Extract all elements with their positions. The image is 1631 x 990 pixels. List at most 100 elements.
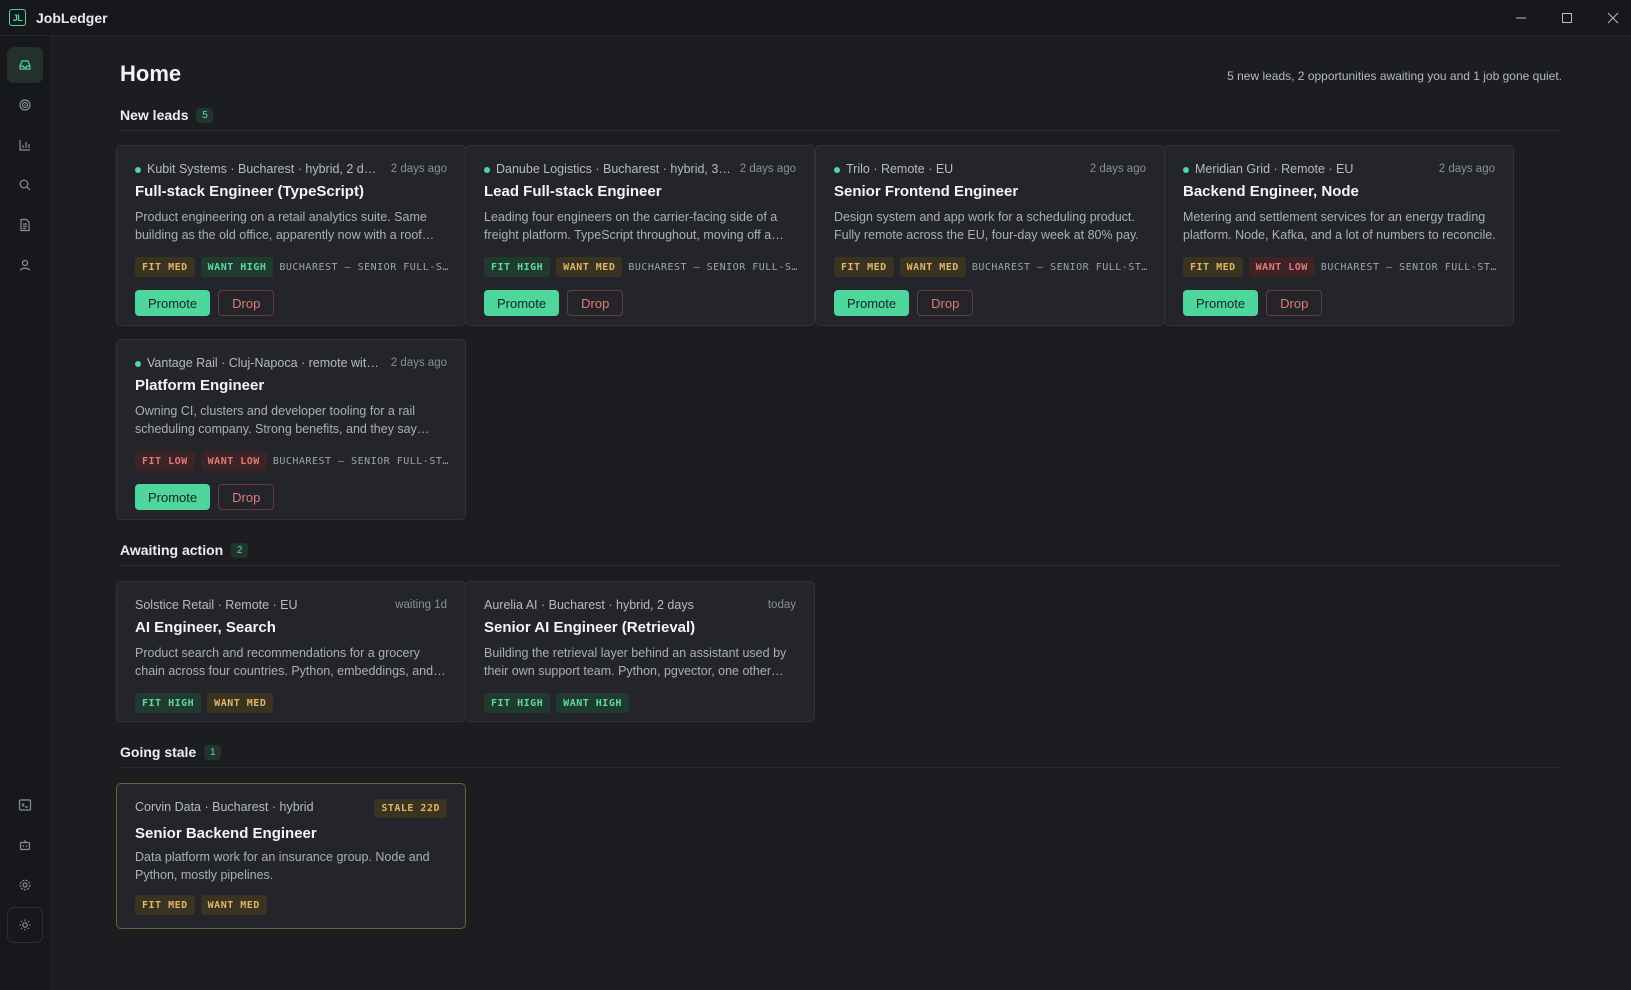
track-label: BUCHAREST — SENIOR FULL-STACK [628,261,798,273]
want-badge: WANT LOW [200,451,267,471]
want-badge: WANT HIGH [200,257,274,277]
card-title: AI Engineer, Search [135,619,276,636]
card-tags: FIT MED WANT LOW BUCHAREST — SENIOR FULL-S… [1183,257,1497,277]
card-title: Senior AI Engineer (Retrieval) [484,619,696,636]
drop-button[interactable]: Drop [1266,290,1323,316]
section-title: New leads [120,107,189,123]
settings-icon [19,879,31,891]
sidebar-item-search[interactable] [7,167,43,203]
card-meta: Kubit Systems · Bucharest · hybrid, 2 da… [135,162,383,176]
sidebar-item-home[interactable] [7,47,43,83]
drop-button[interactable]: Drop [218,290,275,316]
document-icon [20,218,30,232]
stale-card[interactable]: Corvin Data · Bucharest · hybrid STALE 22… [116,783,466,929]
drop-button[interactable]: Drop [218,484,275,510]
card-tags: FIT MED WANT MED BUCHAREST — SENIOR FULL-S… [834,257,1148,277]
divider [120,767,1561,768]
drop-button[interactable]: Drop [917,290,974,316]
sidebar-item-assistant[interactable] [7,827,43,863]
close-icon [1607,12,1619,24]
section-new-leads-header: New leads 5 [120,107,214,123]
card-tags: FIT MED WANT MED [135,895,449,915]
promote-button[interactable]: Promote [135,290,211,316]
sidebar-item-theme[interactable] [7,907,43,943]
card-description: Product engineering on a retail analytic… [135,210,427,242]
card-meta: Danube Logistics · Bucharest · hybrid, 3… [484,162,732,176]
want-badge: WANT LOW [1248,257,1315,277]
section-title: Going stale [120,744,197,760]
count-badge: 5 [196,107,214,123]
minimize-icon [1516,17,1526,19]
fit-badge: FIT MED [834,257,894,277]
lead-card[interactable]: Kubit Systems · Bucharest · hybrid, 2 da… [116,145,466,326]
maximize-icon [1562,13,1572,23]
fit-badge: FIT HIGH [135,693,202,713]
card-description: Data platform work for an insurance grou… [135,850,430,882]
want-badge: WANT MED [200,895,267,915]
lead-card[interactable]: Danube Logistics · Bucharest · hybrid, 3… [465,145,815,326]
sidebar-item-stats[interactable] [7,127,43,163]
card-timestamp: waiting 1d [395,599,447,611]
section-awaiting-header: Awaiting action 2 [120,542,249,558]
section-title: Awaiting action [120,542,224,558]
drop-button[interactable]: Drop [567,290,624,316]
card-title: Full-stack Engineer (TypeScript) [135,183,364,200]
divider [120,565,1561,566]
card-timestamp: 2 days ago [390,163,447,175]
lead-card[interactable]: Meridian Grid · Remote · EU 2 days ago Bac… [1164,145,1514,326]
card-description: Product search and recommendations for a… [135,646,444,678]
search-icon [19,179,31,191]
page-summary: 5 new leads, 2 opportunities awaiting yo… [1227,69,1562,83]
close-button[interactable] [1590,0,1631,36]
minimize-button[interactable] [1498,0,1544,36]
sidebar [0,36,52,990]
card-title: Backend Engineer, Node [1183,183,1359,200]
robot-icon [19,840,31,851]
page-title: Home [120,61,182,86]
sidebar-item-terminal[interactable] [7,787,43,823]
card-timestamp: 2 days ago [1438,163,1495,175]
divider [120,130,1561,131]
sidebar-item-documents[interactable] [7,207,43,243]
section-stale-header: Going stale 1 [120,744,222,760]
card-title: Senior Backend Engineer [135,825,317,842]
want-badge: WANT MED [899,257,966,277]
card-description: Building the retrieval layer behind an a… [484,646,787,678]
card-actions: Promote Drop [135,290,275,316]
promote-button[interactable]: Promote [834,290,910,316]
promote-button[interactable]: Promote [484,290,560,316]
card-description: Design system and app work for a schedul… [834,210,1139,242]
title-bar: JL JobLedger [0,0,1631,36]
card-tags: FIT MED WANT HIGH BUCHAREST — SENIOR FULL-… [135,257,449,277]
card-timestamp: 2 days ago [739,163,796,175]
promote-button[interactable]: Promote [1183,290,1259,316]
card-title: Lead Full-stack Engineer [484,183,662,200]
want-badge: WANT HIGH [556,693,629,713]
stale-badge: STALE 22D [374,799,447,818]
target-icon [19,99,31,111]
sidebar-item-settings[interactable] [7,867,43,903]
card-description: Owning CI, clusters and developer toolin… [135,404,417,436]
card-title: Platform Engineer [135,377,265,394]
card-actions: Promote Drop [834,290,974,316]
lead-card[interactable]: Trilo · Remote · EU 2 days ago Senior Fron… [815,145,1165,326]
count-badge: 1 [204,744,222,760]
sidebar-item-profile[interactable] [7,247,43,283]
opportunity-card[interactable]: Aurelia AI · Bucharest · hybrid, 2 days t… [465,581,815,722]
lead-card[interactable]: Vantage Rail · Cluj-Napoca · remote with… [116,339,466,520]
want-badge: WANT MED [207,693,274,713]
fit-badge: FIT MED [135,257,195,277]
chart-icon [19,140,30,151]
fit-badge: FIT MED [135,895,195,915]
terminal-icon [18,799,32,811]
card-meta: Corvin Data · Bucharest · hybrid [135,800,314,814]
promote-button[interactable]: Promote [135,484,211,510]
card-timestamp: today [767,599,796,611]
maximize-button[interactable] [1544,0,1590,36]
sidebar-item-targets[interactable] [7,87,43,123]
card-meta: Vantage Rail · Cluj-Napoca · remote with… [135,356,383,370]
card-tags: FIT LOW WANT LOW BUCHAREST — SENIOR FULL-S… [135,451,449,471]
opportunity-card[interactable]: Solstice Retail · Remote · EU waiting 1d A… [116,581,466,722]
card-actions: Promote Drop [135,484,275,510]
card-meta: Trilo · Remote · EU [834,162,1082,176]
